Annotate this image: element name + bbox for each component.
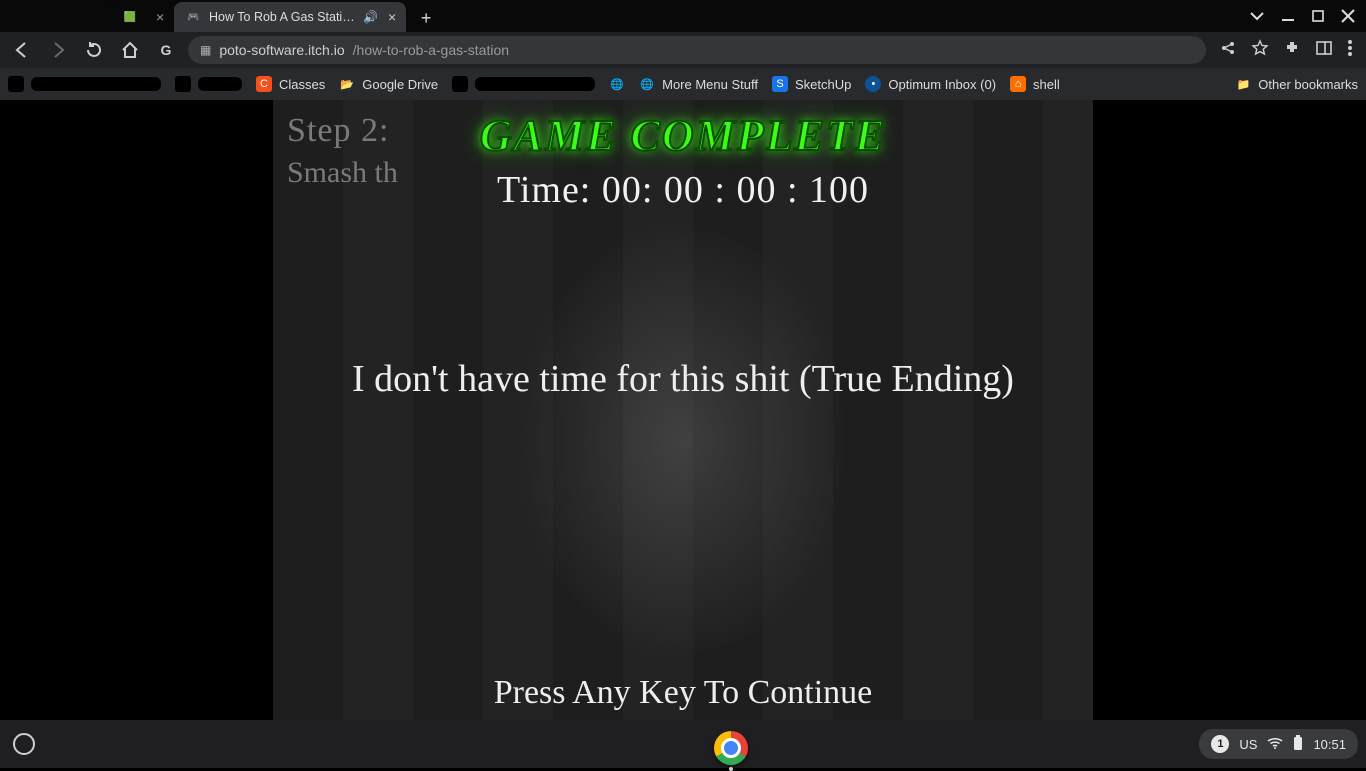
home-button[interactable] [116, 36, 144, 64]
browser-tab-inactive[interactable]: 🟩 × [110, 2, 174, 32]
bookmark-label: Optimum Inbox (0) [888, 77, 996, 92]
launcher-icon [13, 733, 35, 755]
folder-icon: 📁 [1235, 76, 1251, 92]
game-complete-heading: GAME COMPLETE [273, 110, 1093, 161]
browser-toolbar: G ▦ poto-software.itch.io/how-to-rob-a-g… [0, 32, 1366, 68]
back-button[interactable] [8, 36, 36, 64]
bookmark-classes[interactable]: CClasses [256, 76, 325, 92]
globe-icon: 🌐 [609, 76, 625, 92]
new-tab-button[interactable]: + [412, 4, 440, 32]
system-tray[interactable]: 1 US 10:51 [1199, 720, 1358, 768]
status-pill[interactable]: 1 US 10:51 [1199, 729, 1358, 759]
globe-icon: 🌐 [639, 76, 655, 92]
close-tab-icon[interactable]: × [156, 9, 164, 25]
bookmark-star-icon[interactable] [1252, 40, 1268, 61]
wifi-icon [1267, 737, 1283, 752]
completion-time: Time: 00: 00 : 00 : 100 [273, 168, 1093, 212]
bookmark-redacted[interactable] [452, 76, 595, 92]
browser-tab-active[interactable]: 🎮 How To Rob A Gas Station b 🔊 × [174, 2, 406, 32]
notification-count[interactable]: 1 [1211, 735, 1229, 753]
forward-button[interactable] [44, 36, 72, 64]
bookmark-label: Classes [279, 77, 325, 92]
battery-icon [1293, 735, 1303, 754]
bookmark-redacted[interactable] [175, 76, 242, 92]
close-window-icon[interactable] [1342, 10, 1354, 22]
bookmark-more-menu-stuff[interactable]: 🌐 More Menu Stuff [639, 76, 758, 92]
url-path: /how-to-rob-a-gas-station [353, 42, 509, 58]
browser-tab-strip: 🟩 × 🎮 How To Rob A Gas Station b 🔊 × + [0, 0, 1366, 32]
other-bookmarks-button[interactable]: 📁 Other bookmarks [1235, 76, 1358, 92]
bookmark-redacted[interactable] [8, 76, 161, 92]
tab-audio-icon[interactable]: 🔊 [363, 10, 378, 24]
bookmark-google-drive[interactable]: 📂 Google Drive [339, 76, 438, 92]
bookmark-label: More Menu Stuff [662, 77, 758, 92]
bookmarks-bar: CClasses 📂 Google Drive 🌐 🌐 More Menu Stuf… [0, 68, 1366, 100]
bookmark-shell[interactable]: ⌂shell [1010, 76, 1060, 92]
close-tab-icon[interactable]: × [388, 9, 396, 25]
maximize-icon[interactable] [1312, 10, 1324, 22]
continue-prompt: Press Any Key To Continue [273, 674, 1093, 712]
bookmark-label: shell [1033, 77, 1060, 92]
sidepanel-icon[interactable] [1316, 40, 1332, 61]
site-info-icon[interactable]: ▦ [200, 43, 211, 57]
minimize-icon[interactable] [1282, 10, 1294, 22]
chromeos-shelf: 1 US 10:51 [0, 720, 1366, 768]
shelf-chrome-app[interactable] [714, 731, 748, 765]
launcher-button[interactable] [0, 720, 48, 768]
tab-favicon: 🎮 [186, 9, 201, 25]
other-bookmarks-label: Other bookmarks [1258, 77, 1358, 92]
keyboard-indicator: US [1239, 737, 1257, 752]
url-host: poto-software.itch.io [219, 42, 344, 58]
share-icon[interactable] [1220, 40, 1236, 61]
ending-title: I don't have time for this shit (True En… [273, 350, 1093, 409]
bookmark-sketchup[interactable]: SSketchUp [772, 76, 851, 92]
address-bar[interactable]: ▦ poto-software.itch.io/how-to-rob-a-gas… [188, 36, 1206, 64]
bookmark-label: Google Drive [362, 77, 438, 92]
tab-title: How To Rob A Gas Station b [209, 10, 355, 24]
game-canvas[interactable]: Step 2: Smash th GAME COMPLETE Time: 00:… [273, 100, 1093, 720]
tab-favicon: 🟩 [122, 9, 138, 25]
page-viewport: Step 2: Smash th GAME COMPLETE Time: 00:… [0, 100, 1366, 720]
window-controls [1238, 0, 1366, 32]
google-search-button[interactable]: G [152, 36, 180, 64]
extensions-icon[interactable] [1284, 40, 1300, 61]
tab-search-icon[interactable] [1250, 9, 1264, 23]
chrome-icon [714, 731, 748, 765]
bookmark-icon-only[interactable]: 🌐 [609, 76, 625, 92]
clock: 10:51 [1313, 737, 1346, 752]
drive-icon: 📂 [339, 76, 355, 92]
kebab-menu-icon[interactable] [1348, 40, 1352, 61]
bookmark-label: SketchUp [795, 77, 851, 92]
toolbar-right [1214, 40, 1358, 61]
reload-button[interactable] [80, 36, 108, 64]
bookmark-optimum-inbox[interactable]: •Optimum Inbox (0) [865, 76, 996, 92]
